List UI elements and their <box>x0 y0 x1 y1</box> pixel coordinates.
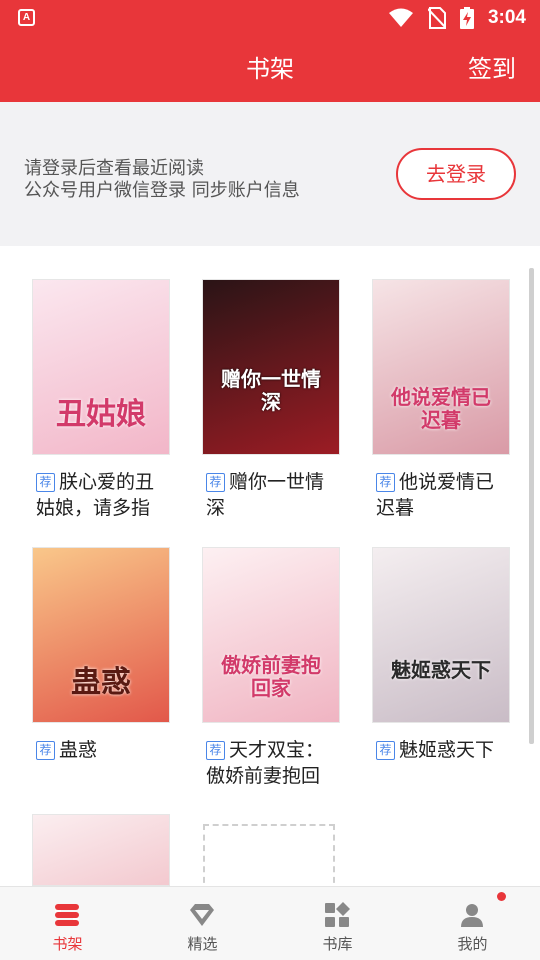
recommend-tag: 荐 <box>36 473 55 492</box>
book-cover[interactable]: 蛊惑 <box>32 547 170 723</box>
bottom-tab-bar: 书架 精选 书库 我的 <box>0 886 540 960</box>
status-bar: A 3:04 <box>0 0 540 36</box>
tab-label: 精选 <box>187 935 218 953</box>
scrollbar[interactable] <box>529 268 534 744</box>
tab-label: 书架 <box>52 935 83 953</box>
battery-charging-icon <box>459 7 474 29</box>
app-notification-icon: A <box>18 9 35 26</box>
login-banner: 请登录后查看最近阅读 公众号用户微信登录 同步账户信息 去登录 <box>0 102 540 246</box>
tab-featured[interactable]: 精选 <box>135 887 270 960</box>
recommend-tag: 荐 <box>206 741 225 760</box>
no-sim-icon <box>427 7 446 29</box>
cover-title-art: 傲娇前妻抱回家 <box>221 653 321 700</box>
recommend-tag: 荐 <box>36 741 55 760</box>
tab-library[interactable]: 书库 <box>270 887 405 960</box>
book-cover[interactable]: 赠你一世情深 <box>202 279 340 455</box>
tab-bookshelf[interactable]: 书架 <box>0 887 135 960</box>
checkin-button[interactable]: 签到 <box>468 36 516 102</box>
cover-title-art: 丑姑娘 <box>56 396 146 432</box>
login-button[interactable]: 去登录 <box>396 148 516 200</box>
cover-title-art: 他说爱情已迟暮 <box>391 385 491 432</box>
tab-label: 书库 <box>322 935 353 953</box>
notification-dot <box>497 892 506 901</box>
recommend-tag: 荐 <box>206 473 225 492</box>
tab-label: 我的 <box>457 935 488 953</box>
book-cover[interactable]: 丑姑娘 <box>32 279 170 455</box>
book-title: 荐赠你一世情深 <box>206 469 340 521</box>
book-title: 荐他说爱情已迟暮 <box>376 469 510 521</box>
book-cover[interactable]: 魅姬惑天下 <box>372 547 510 723</box>
book-title: 荐蛊惑 <box>36 737 170 789</box>
recommend-tag: 荐 <box>376 741 395 760</box>
recommend-tag: 荐 <box>376 473 395 492</box>
book-cover[interactable]: 傲娇前妻抱回家 <box>202 547 340 723</box>
bookshelf-icon <box>55 904 79 926</box>
book-title-text: 蛊惑 <box>59 739 98 761</box>
diamond-icon <box>190 904 214 926</box>
book-title-text: 魅姬惑天下 <box>399 739 495 761</box>
book-cover[interactable]: 他说爱情已迟暮 <box>372 279 510 455</box>
user-icon <box>461 904 483 927</box>
wifi-icon <box>388 8 413 27</box>
cover-title-art: 蛊惑 <box>71 664 131 700</box>
cover-title-art: 魅姬惑天下 <box>391 658 491 682</box>
book-title: 荐天才双宝：傲娇前妻抱回 <box>206 737 340 789</box>
login-sync-text: 公众号用户微信登录 同步账户信息 <box>24 180 300 201</box>
book-cover[interactable] <box>32 814 170 886</box>
book-title: 荐魅姬惑天下 <box>376 737 510 789</box>
book-title: 荐朕心爱的丑姑娘，请多指 <box>36 469 170 521</box>
status-time: 3:04 <box>487 7 526 28</box>
library-grid-icon <box>325 902 350 927</box>
status-icons: 3:04 <box>388 0 526 36</box>
page-title: 书架 <box>246 55 294 83</box>
cover-title-art: 赠你一世情深 <box>221 367 321 414</box>
app-header: 书架 签到 <box>0 36 540 102</box>
tab-profile[interactable]: 我的 <box>405 887 540 960</box>
